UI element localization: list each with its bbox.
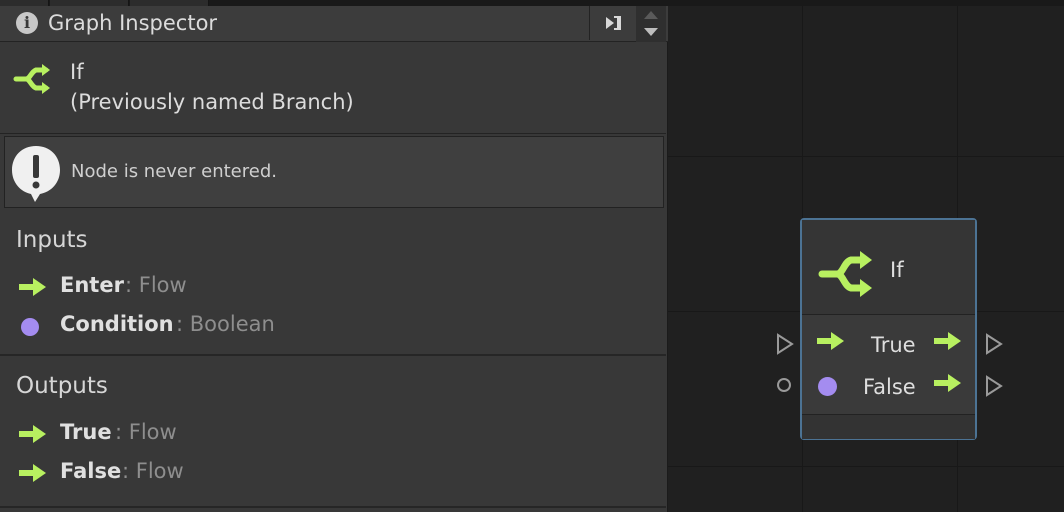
port-type: : Flow — [115, 420, 177, 444]
outputs-section-title: Outputs — [16, 373, 108, 399]
section-divider — [0, 506, 666, 508]
inspector-title: Graph Inspector — [48, 11, 218, 35]
section-divider — [0, 354, 666, 356]
flow-output-port-true-icon[interactable] — [985, 333, 1003, 355]
port-type: : Flow — [125, 273, 187, 297]
inspector-header: i Graph Inspector — [0, 6, 668, 42]
if-node[interactable]: If True False — [800, 218, 977, 440]
flow-arrow-icon — [19, 278, 46, 296]
canvas-top-border — [668, 0, 1064, 6]
boolean-dot-icon — [818, 377, 837, 396]
scroll-down-button[interactable] — [644, 28, 658, 36]
collapse-right-icon — [606, 16, 621, 30]
warning-message: Node is never entered. — [4, 136, 664, 208]
port-name: Condition — [60, 312, 174, 336]
output-label-false: False — [863, 375, 916, 399]
branch-icon — [13, 64, 50, 94]
scroll-buttons — [636, 6, 666, 42]
flow-arrow-icon — [934, 332, 961, 350]
inputs-section-title: Inputs — [16, 227, 88, 253]
node-subtitle: (Previously named Branch) — [70, 90, 354, 114]
collapse-panel-button[interactable] — [603, 14, 625, 32]
grid-line — [668, 156, 1064, 157]
warning-icon — [12, 146, 60, 202]
flow-arrow-icon — [19, 425, 46, 443]
value-input-port-icon[interactable] — [777, 378, 791, 392]
flow-output-port-false-icon[interactable] — [985, 375, 1003, 397]
node-title: If — [70, 60, 84, 84]
boolean-dot-icon — [21, 318, 39, 336]
grid-line — [668, 466, 1064, 467]
port-name: Enter — [60, 273, 124, 297]
flow-arrow-icon — [934, 374, 961, 392]
output-label-true: True — [871, 333, 916, 357]
scroll-up-button[interactable] — [644, 11, 658, 19]
warning-text: Node is never entered. — [71, 161, 277, 182]
node-footer — [802, 414, 975, 439]
node-summary: If (Previously named Branch) — [0, 42, 666, 134]
flow-input-port-icon[interactable] — [776, 333, 794, 355]
flow-arrow-icon — [19, 464, 46, 482]
inspector-title-bar[interactable]: i Graph Inspector — [2, 6, 590, 40]
branch-icon — [818, 251, 872, 297]
flow-arrow-icon — [817, 332, 844, 350]
graph-inspector-panel: i Graph Inspector If (Previously named B… — [0, 0, 668, 512]
port-type: : Boolean — [176, 312, 275, 336]
info-icon: i — [16, 12, 38, 34]
node-title: If — [890, 258, 904, 282]
port-name: True — [60, 420, 112, 444]
port-type: : Flow — [122, 459, 184, 483]
port-name: False — [60, 459, 122, 483]
node-header: If — [802, 220, 975, 315]
